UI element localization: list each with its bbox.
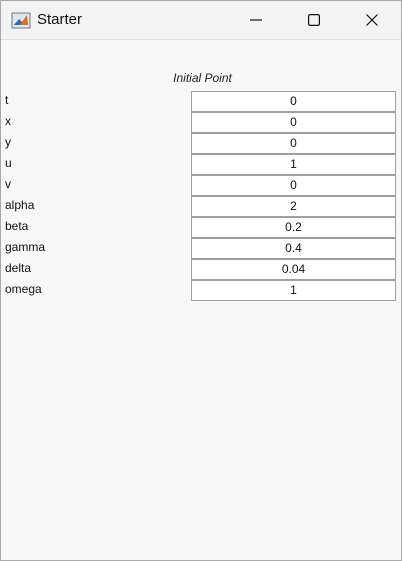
param-label: t	[5, 93, 9, 107]
window-title: Starter	[37, 11, 83, 28]
close-button[interactable]	[343, 1, 401, 39]
matlab-logo-icon	[11, 10, 31, 30]
param-row-gamma: gamma 0.4	[1, 238, 401, 259]
param-label: y	[5, 135, 11, 149]
param-label: u	[5, 156, 12, 170]
content-panel: Initial Point t 0 x 0 y 0 u 1 v 0 alpha …	[1, 40, 401, 560]
param-beta-field[interactable]: 0.2	[191, 217, 396, 238]
param-row-t: t 0	[1, 91, 401, 112]
param-label: omega	[5, 282, 42, 296]
param-gamma-field[interactable]: 0.4	[191, 238, 396, 259]
param-label: x	[5, 114, 11, 128]
param-x-field[interactable]: 0	[191, 112, 396, 133]
param-label: delta	[5, 261, 32, 275]
minimize-button[interactable]	[227, 1, 285, 39]
param-u-field[interactable]: 1	[191, 154, 396, 175]
param-row-y: y 0	[1, 133, 401, 154]
param-y-field[interactable]: 0	[191, 133, 396, 154]
param-t-field[interactable]: 0	[191, 91, 396, 112]
close-icon	[366, 14, 378, 26]
starter-window: Starter Initial Point t 0 x 0 y 0 u 1 v …	[0, 0, 402, 561]
param-v-field[interactable]: 0	[191, 175, 396, 196]
panel-heading: Initial Point	[173, 71, 232, 85]
param-row-x: x 0	[1, 112, 401, 133]
param-row-omega: omega 1	[1, 280, 401, 301]
param-omega-field[interactable]: 1	[191, 280, 396, 301]
maximize-button[interactable]	[285, 1, 343, 39]
title-bar[interactable]: Starter	[1, 1, 401, 40]
param-alpha-field[interactable]: 2	[191, 196, 396, 217]
param-label: alpha	[5, 198, 35, 212]
maximize-icon	[308, 14, 320, 26]
param-row-v: v 0	[1, 175, 401, 196]
param-label: beta	[5, 219, 29, 233]
param-row-u: u 1	[1, 154, 401, 175]
minimize-icon	[250, 14, 262, 26]
param-label: v	[5, 177, 11, 191]
param-label: gamma	[5, 240, 46, 254]
param-delta-field[interactable]: 0.04	[191, 259, 396, 280]
param-row-delta: delta 0.04	[1, 259, 401, 280]
param-row-alpha: alpha 2	[1, 196, 401, 217]
param-row-beta: beta 0.2	[1, 217, 401, 238]
